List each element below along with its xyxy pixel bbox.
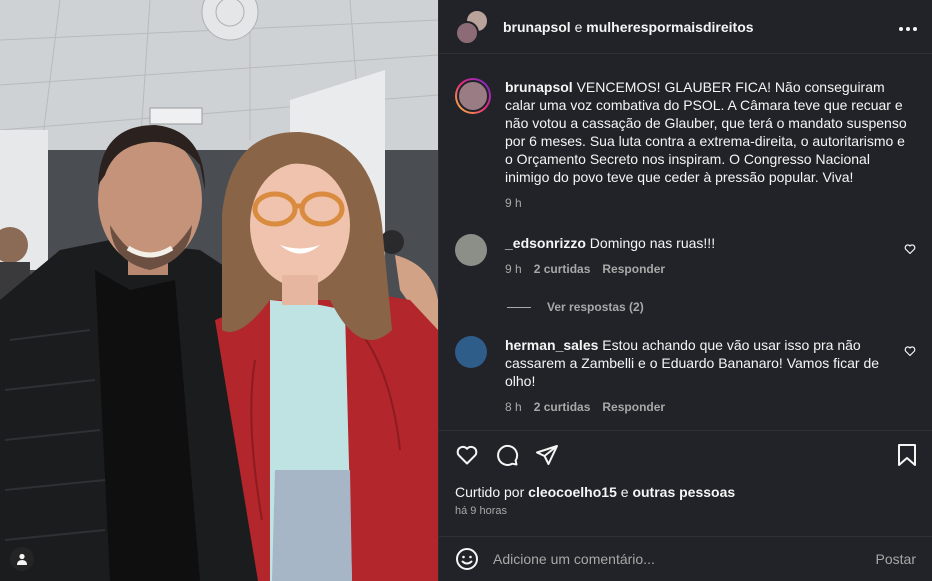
view-replies-label: Ver respostas (2) [547,300,644,314]
avatar[interactable] [455,78,491,114]
more-horizontal-icon [899,27,917,31]
comment-likes[interactable]: 2 curtidas [534,260,591,278]
post-authors: brunapsol e mulherespormaisdireitos [503,19,898,35]
like-comment-button[interactable] [904,344,916,362]
caption-time[interactable]: 9 h [505,194,522,212]
comment-bubble-icon [497,444,519,466]
like-button[interactable] [455,443,479,467]
author-link[interactable]: brunapsol [503,19,571,35]
author-conjunction: e [574,18,583,35]
comment-button[interactable] [495,443,519,467]
heart-icon [904,346,916,357]
action-bar [439,430,932,478]
avatar[interactable] [455,336,487,368]
post-photo[interactable] [0,0,438,581]
liker-username[interactable]: cleocoelho15 [528,484,617,500]
like-comment-button[interactable] [904,242,916,260]
collab-avatars[interactable] [455,8,491,45]
photo-illustration [0,0,438,581]
comment-item: _edsonrizzo Domingo nas ruas!!! 9 h 2 cu… [455,234,916,278]
post-detail-panel: brunapsol e mulherespormaisdireitos brun… [438,0,932,581]
heart-icon [456,445,478,464]
reply-button[interactable]: Responder [602,398,665,416]
comment-username[interactable]: _edsonrizzo [505,235,586,251]
heart-icon [904,244,916,255]
coauthor-link[interactable]: mulherespormaisdireitos [586,19,753,35]
paper-plane-icon [536,444,558,465]
smiley-icon [456,548,478,570]
comment-text: Domingo nas ruas!!! [589,235,716,251]
share-button[interactable] [535,443,559,467]
likes-others-link[interactable]: outras pessoas [632,484,735,500]
save-button[interactable] [896,443,918,467]
view-replies-button[interactable]: Ver respostas (2) [507,300,916,314]
post-timestamp[interactable]: há 9 horas [455,505,507,517]
reply-button[interactable]: Responder [602,260,665,278]
add-comment-bar: Postar [439,536,932,581]
more-options-button[interactable] [898,16,918,37]
likes-prefix: Curtido por [455,484,525,500]
person-tag-icon [17,553,27,565]
emoji-button[interactable] [455,547,479,571]
comment-input[interactable] [493,551,876,567]
tag-people-button[interactable] [10,547,34,571]
post-comment-button[interactable]: Postar [876,551,916,567]
comment-likes[interactable]: 2 curtidas [534,398,591,416]
comment-username[interactable]: herman_sales [505,337,598,353]
likes-conjunction: e [620,484,629,500]
comment-time[interactable]: 8 h [505,398,522,416]
avatar[interactable] [455,234,487,266]
likes-summary: Curtido por cleocoelho15 e outras pessoa… [455,484,735,500]
bookmark-icon [898,443,916,466]
caption-username[interactable]: brunapsol [505,79,573,95]
avatar [455,20,479,45]
comment-item: herman_sales Estou achando que vão usar … [455,336,916,416]
post-header: brunapsol e mulherespormaisdireitos [439,0,932,54]
divider [507,306,531,308]
comment-time[interactable]: 9 h [505,260,522,278]
comments-list[interactable]: brunapsol VENCEMOS! GLAUBER FICA! Não co… [439,55,932,430]
caption: brunapsol VENCEMOS! GLAUBER FICA! Não co… [455,78,916,212]
